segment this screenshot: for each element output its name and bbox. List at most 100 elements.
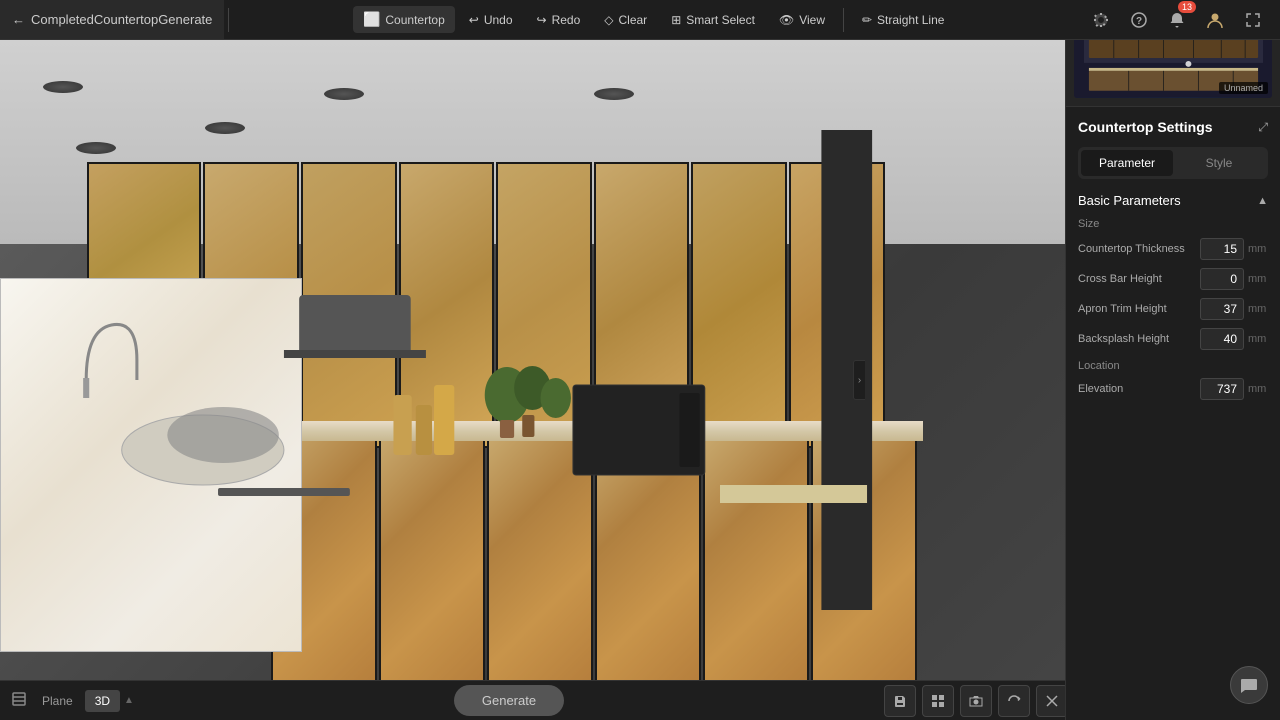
location-label: Location bbox=[1078, 360, 1268, 372]
apron-trim-height-input-group: mm bbox=[1200, 298, 1268, 320]
3d-view-button[interactable]: 3D bbox=[85, 690, 120, 712]
ceiling-light-2 bbox=[324, 88, 364, 100]
backsplash-height-label: Backsplash Height bbox=[1078, 333, 1200, 345]
countertop-thickness-unit: mm bbox=[1248, 243, 1268, 255]
backsplash-height-unit: mm bbox=[1248, 333, 1268, 345]
lower-unit-2 bbox=[379, 434, 485, 720]
apron-trim-height-unit: mm bbox=[1248, 303, 1268, 315]
cross-bar-height-input[interactable] bbox=[1200, 268, 1244, 290]
straight-line-button[interactable]: ✏ Straight Line bbox=[852, 8, 954, 32]
elevation-input[interactable] bbox=[1200, 378, 1244, 400]
basic-params-header: Basic Parameters bbox=[1078, 193, 1268, 208]
bottom-tool-close[interactable] bbox=[1036, 685, 1068, 717]
cabinet-unit-6 bbox=[594, 162, 690, 448]
settings-button[interactable] bbox=[1086, 5, 1116, 35]
countertop-surface bbox=[270, 421, 923, 441]
cabinet-unit-8 bbox=[789, 162, 885, 448]
ceiling-light-1 bbox=[43, 81, 83, 93]
basic-params-title: Basic Parameters bbox=[1078, 193, 1181, 208]
settings-panel: Countertop Settings ⤢ Parameter Style Ba… bbox=[1066, 107, 1280, 720]
smart-select-label: Smart Select bbox=[686, 13, 755, 27]
straight-line-label: Straight Line bbox=[877, 13, 944, 27]
view-button[interactable]: 👁 View bbox=[769, 8, 835, 32]
plane-view-button[interactable]: Plane bbox=[32, 690, 83, 712]
cross-bar-height-unit: mm bbox=[1248, 273, 1268, 285]
notifications-button[interactable]: 13 bbox=[1162, 5, 1192, 35]
undo-label: Undo bbox=[484, 13, 513, 27]
backsplash-height-row: Backsplash Height mm bbox=[1078, 328, 1268, 350]
countertop-thickness-input-group: mm bbox=[1200, 238, 1268, 260]
view-label: View bbox=[799, 13, 825, 27]
lower-unit-5 bbox=[703, 434, 809, 720]
view-icon-small bbox=[12, 692, 26, 709]
bottom-tool-grid[interactable] bbox=[922, 685, 954, 717]
bottom-tool-save[interactable] bbox=[884, 685, 916, 717]
settings-tab-group: Parameter Style bbox=[1078, 147, 1268, 179]
view-icon: 👁 bbox=[779, 13, 794, 27]
kitchen-island bbox=[0, 278, 302, 652]
lower-unit-4 bbox=[595, 434, 701, 720]
ceiling-light-5 bbox=[76, 142, 116, 154]
app-title: CompletedCountertopGenerate bbox=[31, 12, 212, 27]
bottom-toolbar: Plane 3D ▲ Generate bbox=[0, 680, 1080, 720]
back-button[interactable]: ← CompletedCountertopGenerate bbox=[0, 0, 224, 39]
lower-unit-6 bbox=[811, 434, 917, 720]
undo-button[interactable]: ↩ Undo bbox=[459, 8, 523, 32]
straight-line-icon: ✏ bbox=[862, 13, 872, 27]
basic-params-section: Basic Parameters Size Countertop Thickne… bbox=[1078, 193, 1268, 400]
help-button[interactable]: ? bbox=[1124, 5, 1154, 35]
main-viewport[interactable]: › bbox=[0, 40, 1080, 720]
clear-label: Clear bbox=[619, 13, 648, 27]
settings-title: Countertop Settings bbox=[1078, 119, 1213, 135]
apron-trim-height-input[interactable] bbox=[1200, 298, 1244, 320]
countertop-tool-button[interactable]: ⬜ Countertop bbox=[353, 6, 455, 33]
cabinet-unit-4 bbox=[399, 162, 495, 448]
apron-trim-height-row: Apron Trim Height mm bbox=[1078, 298, 1268, 320]
lower-cabinets bbox=[270, 434, 918, 720]
panel-collapse-button[interactable]: › bbox=[853, 360, 865, 400]
toolbar-divider-2 bbox=[843, 8, 844, 32]
elevation-row: Elevation mm bbox=[1078, 378, 1268, 400]
support-chat-button[interactable] bbox=[1230, 666, 1268, 704]
backsplash-height-input-group: mm bbox=[1200, 328, 1268, 350]
elevation-unit: mm bbox=[1248, 383, 1268, 395]
countertop-thickness-input[interactable] bbox=[1200, 238, 1244, 260]
cross-bar-height-row: Cross Bar Height mm bbox=[1078, 268, 1268, 290]
elevation-label: Elevation bbox=[1078, 383, 1200, 395]
right-settings-panel: Unnamed ⤢ Countertop Settings ⤢ Paramete… bbox=[1065, 0, 1280, 720]
tab-style[interactable]: Style bbox=[1173, 150, 1265, 176]
toolbar-right: ? 13 bbox=[1074, 5, 1280, 35]
smart-select-button[interactable]: ⊞ Smart Select bbox=[661, 8, 765, 32]
countertop-label: Countertop bbox=[385, 13, 444, 27]
elevation-input-group: mm bbox=[1200, 378, 1268, 400]
ceiling-light-3 bbox=[594, 88, 634, 100]
view-toggle-group: Plane 3D ▲ bbox=[12, 690, 134, 712]
backsplash-height-input[interactable] bbox=[1200, 328, 1244, 350]
toolbar: ← CompletedCountertopGenerate ⬜ Countert… bbox=[0, 0, 1280, 40]
cross-bar-height-input-group: mm bbox=[1200, 268, 1268, 290]
undo-icon: ↩ bbox=[469, 13, 479, 27]
svg-text:?: ? bbox=[1136, 16, 1142, 27]
size-label: Size bbox=[1078, 218, 1268, 230]
apron-trim-height-label: Apron Trim Height bbox=[1078, 303, 1200, 315]
generate-button[interactable]: Generate bbox=[454, 685, 564, 716]
kitchen-scene bbox=[0, 40, 1080, 720]
profile-button[interactable] bbox=[1200, 5, 1230, 35]
cabinet-unit-7 bbox=[691, 162, 787, 448]
chat-icon bbox=[1240, 676, 1258, 694]
back-icon: ← bbox=[12, 12, 25, 27]
settings-expand-icon[interactable]: ⤢ bbox=[1258, 120, 1268, 135]
bottom-tool-camera[interactable] bbox=[960, 685, 992, 717]
tab-parameter[interactable]: Parameter bbox=[1081, 150, 1173, 176]
expand-button[interactable] bbox=[1238, 5, 1268, 35]
clear-button[interactable]: ◇ Clear bbox=[594, 8, 657, 32]
redo-icon: ↪ bbox=[537, 13, 547, 27]
redo-button[interactable]: ↪ Redo bbox=[527, 8, 591, 32]
redo-label: Redo bbox=[552, 13, 581, 27]
toolbar-divider bbox=[228, 8, 229, 32]
basic-params-collapse-icon[interactable] bbox=[1257, 195, 1268, 207]
clear-icon: ◇ bbox=[604, 13, 613, 27]
countertop-icon: ⬜ bbox=[363, 11, 380, 28]
bottom-tool-rotate[interactable] bbox=[998, 685, 1030, 717]
settings-header: Countertop Settings ⤢ bbox=[1078, 119, 1268, 135]
